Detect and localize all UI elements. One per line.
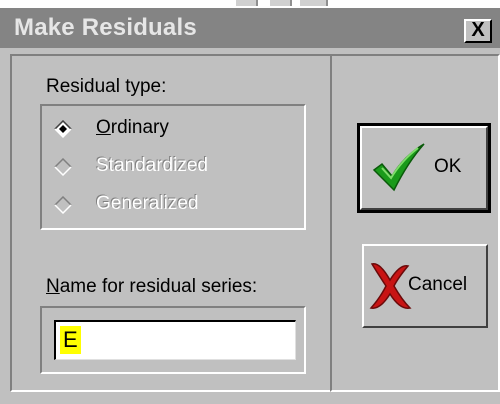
radio-ordinary[interactable]: Ordinary bbox=[50, 116, 290, 144]
make-residuals-dialog: Make Residuals X Residual type: Ordinary… bbox=[0, 0, 500, 404]
residual-name-input[interactable]: E bbox=[54, 320, 296, 360]
window-title: Make Residuals bbox=[14, 14, 197, 41]
name-mnemonic: N bbox=[46, 276, 60, 297]
radio-generalized-label: Generalized bbox=[96, 193, 199, 214]
red-x-icon bbox=[369, 263, 412, 309]
green-checkmark-icon bbox=[372, 143, 425, 192]
cancel-button[interactable]: Cancel bbox=[362, 244, 488, 328]
name-label-rest: ame for residual series: bbox=[59, 276, 258, 297]
close-icon: X bbox=[471, 19, 485, 41]
ordinary-rest: rdinary bbox=[110, 117, 169, 138]
radio-standardized-label: Standardized bbox=[96, 155, 208, 176]
background-window-strip bbox=[0, 0, 500, 8]
buttons-panel bbox=[330, 54, 500, 392]
cancel-label: Cancel bbox=[408, 274, 468, 295]
ok-button[interactable]: OK bbox=[357, 123, 491, 213]
residual-name-value[interactable]: E bbox=[60, 326, 81, 354]
close-button[interactable]: X bbox=[464, 19, 492, 43]
title-bar[interactable]: Make Residuals X bbox=[0, 8, 500, 48]
radio-generalized[interactable]: Generalized bbox=[50, 192, 290, 220]
radio-ordinary-label: Ordinary bbox=[96, 117, 169, 139]
radio-standardized[interactable]: Standardized bbox=[50, 154, 290, 182]
residual-name-label: Name for residual series: bbox=[46, 276, 257, 298]
ok-label: OK bbox=[434, 156, 462, 177]
ordinary-mnemonic: O bbox=[96, 117, 111, 138]
radio-disabled-icon bbox=[54, 196, 72, 214]
radio-selected-icon bbox=[54, 120, 72, 138]
radio-disabled-icon bbox=[54, 158, 72, 176]
residual-type-label: Residual type: bbox=[46, 76, 167, 97]
